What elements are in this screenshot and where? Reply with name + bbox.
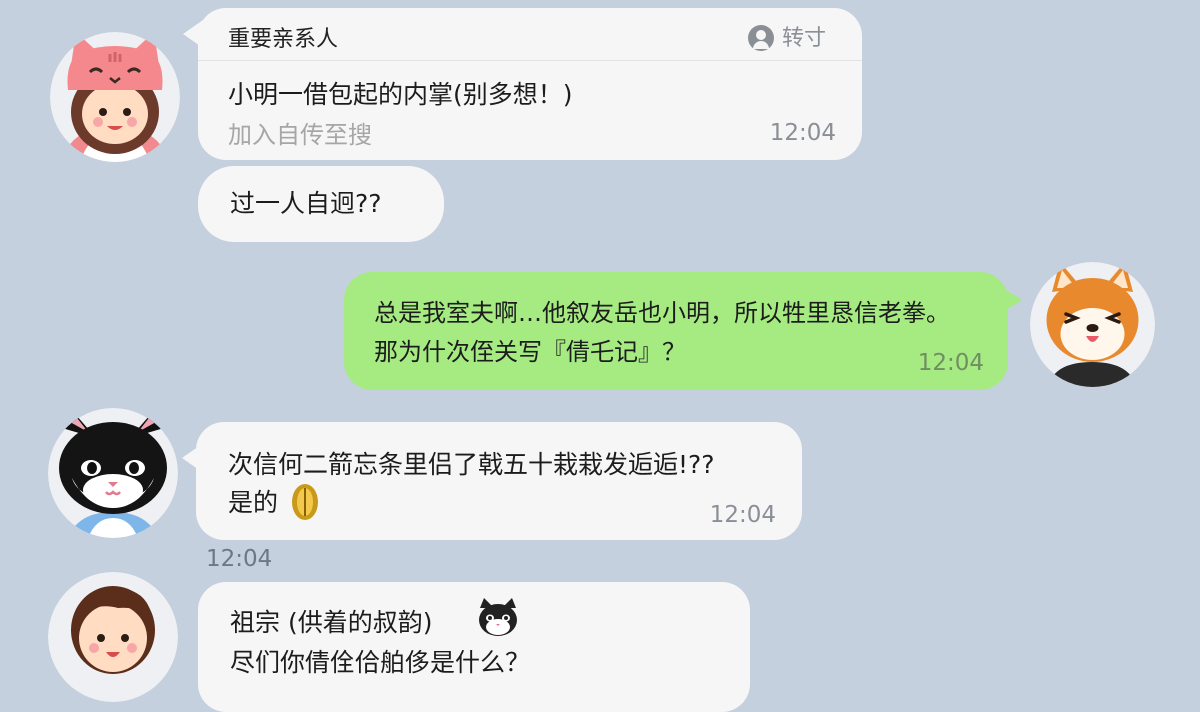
message-bubble[interactable]: 过一人自迥?? (198, 166, 444, 242)
message-text: 总是我室夫啊…他叙友岳也小明，所以牲里恳信老拳。 (374, 299, 950, 327)
cat-emoji-icon (476, 598, 520, 642)
avatar-cat-hat-girl[interactable] (50, 32, 180, 162)
message-text: 是的 (228, 488, 279, 517)
message-text: 祖宗 (供着的叔韵) (230, 608, 433, 637)
message-time: 12:04 (769, 120, 836, 146)
avatar-black-cat[interactable] (48, 408, 178, 538)
boy-icon (48, 572, 178, 702)
user-icon (748, 25, 774, 51)
message-bubble-quoted[interactable]: 重要亲系人 转寸 小明一借包起的内掌(别多想！) 加入自传至搜 12:04 (198, 8, 862, 160)
avatar-shiba[interactable] (1030, 262, 1155, 387)
message-text: 过一人自迥?? (230, 189, 382, 218)
timestamp: 12:04 (206, 546, 273, 572)
shiba-icon (1030, 262, 1155, 387)
message-bubble[interactable]: 祖宗 (供着的叔韵) 尽们你倩佺佮舶侈是什么？ (198, 582, 750, 712)
black-cat-icon (48, 408, 178, 538)
divider (198, 60, 862, 61)
message-time: 12:04 (709, 502, 776, 528)
message-text: 次信何二箭忘条里侣了戟五十栽栽发逅逅!?? (228, 450, 715, 479)
cat-hat-girl-icon (50, 32, 180, 162)
avatar-boy[interactable] (48, 572, 178, 702)
message-text: 小明一借包起的内掌(别多想！) (228, 80, 573, 109)
gold-leaf-icon (288, 482, 322, 526)
message-text: 那为什次侄关写『倩乇记』？ (374, 338, 686, 366)
message-bubble[interactable]: 次信何二箭忘条里侣了戟五十栽栽发逅逅!?? 是的 12:04 (196, 422, 802, 540)
quote-title: 重要亲系人 (228, 27, 339, 52)
message-bubble-outgoing[interactable]: 总是我室夫啊…他叙友岳也小明，所以牲里恳信老拳。 那为什次侄关写『倩乇记』？ 1… (344, 272, 1008, 390)
message-time: 12:04 (917, 350, 984, 376)
forward-action[interactable]: 转寸 (782, 28, 826, 50)
message-text: 尽们你倩佺佮舶侈是什么？ (230, 648, 531, 677)
message-subtext: 加入自传至搜 (228, 121, 372, 149)
